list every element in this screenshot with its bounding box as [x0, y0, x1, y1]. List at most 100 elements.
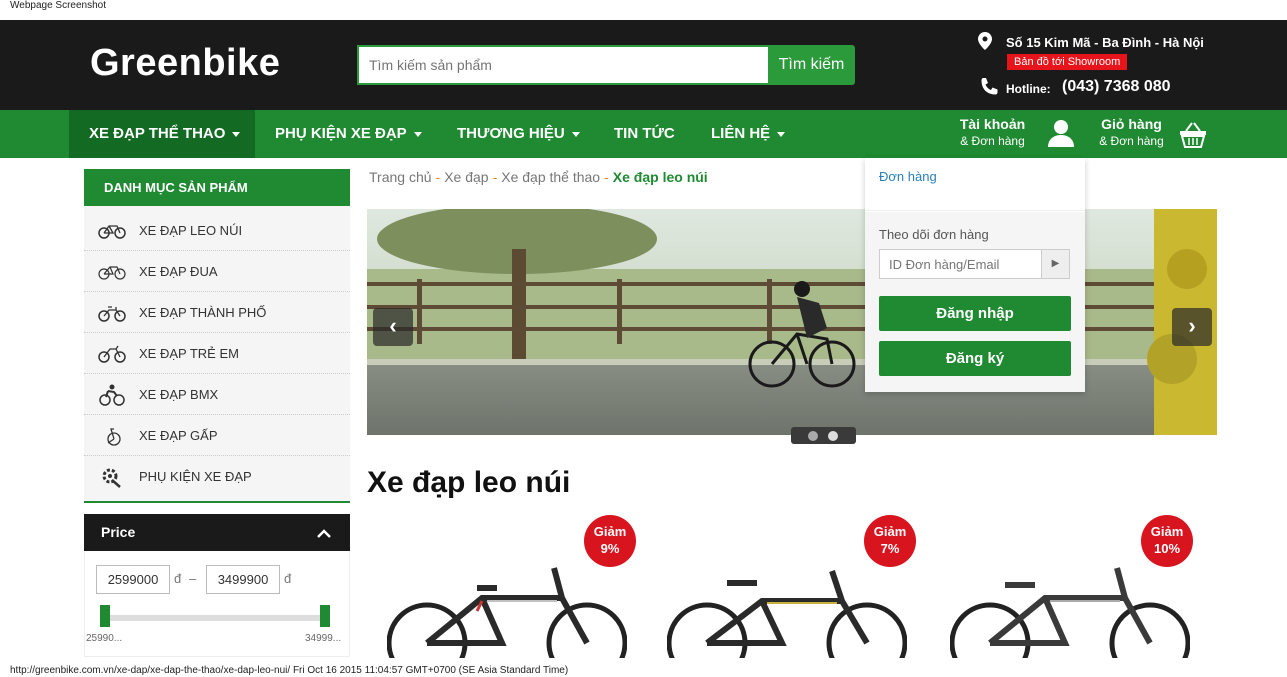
- nav-item-label: LIÊN HỆ: [711, 125, 771, 142]
- dropdown-bottom: Theo dõi đơn hàng ▶ Đăng nhập Đăng ký: [865, 212, 1085, 392]
- category-label: XE ĐẠP ĐUA: [139, 264, 218, 279]
- discount-badge: Giảm 10%: [1141, 515, 1193, 567]
- category-mountain-bike[interactable]: XE ĐẠP LEO NÚI: [84, 210, 350, 251]
- price-slider-min-handle[interactable]: [100, 605, 110, 627]
- product-card[interactable]: Giảm 9%: [382, 515, 642, 660]
- banner-image: [367, 209, 1217, 435]
- track-order-label: Theo dõi đơn hàng: [879, 227, 989, 242]
- banner-prev-button[interactable]: ‹: [373, 308, 413, 346]
- banner-dot[interactable]: [808, 431, 818, 441]
- road-bike-icon: [98, 266, 126, 280]
- price-filter-header[interactable]: Price: [84, 514, 350, 551]
- mountain-bike-icon: [98, 225, 126, 239]
- phone-icon: [981, 78, 998, 95]
- caret-down-icon: [232, 131, 241, 137]
- account-label: Tài khoản: [959, 116, 1026, 132]
- discount-badge: Giảm 9%: [584, 515, 636, 567]
- price-min-input[interactable]: 2599000: [96, 565, 170, 594]
- account-dropdown: Đơn hàng Theo dõi đơn hàng ▶ Đăng nhập Đ…: [865, 158, 1085, 392]
- kids-bike-icon: [98, 345, 126, 363]
- discount-label: Giảm: [593, 524, 627, 539]
- cart-sublabel: & Đơn hàng: [1099, 134, 1164, 148]
- product-bike-image: [667, 570, 907, 658]
- hotline-label: Hotline:: [1006, 82, 1051, 96]
- price-range-dash: –: [189, 571, 197, 586]
- account-menu[interactable]: Tài khoản & Đơn hàng: [956, 116, 1029, 148]
- login-button[interactable]: Đăng nhập: [879, 296, 1071, 331]
- price-filter-title: Price: [101, 524, 136, 540]
- dropdown-top: Đơn hàng: [865, 158, 1085, 211]
- category-label: PHỤ KIỆN XE ĐẠP: [139, 469, 252, 484]
- banner-next-button[interactable]: ›: [1172, 308, 1212, 346]
- hero-banner[interactable]: [367, 209, 1217, 435]
- discount-value: 9%: [600, 541, 620, 556]
- chevron-up-icon[interactable]: [316, 528, 332, 538]
- nav-item-accessories[interactable]: PHỤ KIỆN XE ĐẠP: [275, 110, 422, 158]
- city-bike-icon: [98, 306, 126, 322]
- nav-item-sports-bikes[interactable]: XE ĐẠP THỂ THAO: [69, 110, 255, 158]
- category-road-bike[interactable]: XE ĐẠP ĐUA: [84, 251, 350, 292]
- breadcrumb-separator: -: [435, 169, 441, 185]
- category-label: XE ĐẠP GẤP: [139, 428, 218, 443]
- product-bike-image: [387, 567, 627, 658]
- currency-symbol: đ: [174, 571, 182, 586]
- nav-item-brands[interactable]: THƯƠNG HIỆU: [457, 110, 580, 158]
- product-card[interactable]: Giảm 10%: [945, 515, 1205, 660]
- search-form: Tìm kiếm: [357, 45, 855, 85]
- nav-item-news[interactable]: TIN TỨC: [614, 110, 675, 158]
- price-slider-max-handle[interactable]: [320, 605, 330, 627]
- price-min-label: 25990...: [86, 633, 123, 644]
- product-bike-image: [950, 567, 1190, 658]
- section-title: Xe đạp leo núi: [367, 466, 571, 499]
- breadcrumb-bikes[interactable]: Xe đạp: [444, 169, 488, 185]
- category-city-bike[interactable]: XE ĐẠP THÀNH PHỐ: [84, 292, 350, 333]
- gear-icon: [102, 468, 121, 488]
- category-label: XE ĐẠP BMX: [139, 387, 219, 402]
- orders-link[interactable]: Đơn hàng: [879, 169, 937, 184]
- category-list: XE ĐẠP LEO NÚI XE ĐẠP ĐUA XE ĐẠP THÀNH P…: [84, 206, 350, 503]
- breadcrumb-sports-bikes[interactable]: Xe đạp thể thao: [501, 169, 600, 185]
- category-bmx[interactable]: XE ĐẠP BMX: [84, 374, 350, 415]
- discount-label: Giảm: [873, 524, 907, 539]
- category-kids-bike[interactable]: XE ĐẠP TRẺ EM: [84, 333, 350, 374]
- nav-item-label: THƯƠNG HIỆU: [457, 125, 565, 142]
- caret-down-icon: [777, 131, 786, 137]
- search-input[interactable]: [357, 45, 768, 85]
- account-sublabel: & Đơn hàng: [960, 134, 1025, 148]
- caret-down-icon: [413, 131, 422, 137]
- showroom-map-link[interactable]: Bản đồ tới Showroom: [1007, 54, 1128, 70]
- product-card[interactable]: Giảm 7%: [662, 515, 922, 660]
- hotline-number[interactable]: (043) 7368 080: [1062, 78, 1171, 96]
- currency-symbol: đ: [284, 571, 292, 586]
- search-button[interactable]: Tìm kiếm: [768, 45, 855, 85]
- discount-value: 7%: [880, 541, 900, 556]
- category-folding-bike[interactable]: XE ĐẠP GẤP: [84, 415, 350, 456]
- main-nav: XE ĐẠP THỂ THAO PHỤ KIỆN XE ĐẠP THƯƠNG H…: [0, 110, 1287, 158]
- banner-dot-active[interactable]: [828, 431, 838, 441]
- breadcrumb: Trang chủ - Xe đạp - Xe đạp thể thao - Xe đạp …: [369, 169, 708, 185]
- category-label: XE ĐẠP TRẺ EM: [139, 346, 239, 361]
- nav-item-label: PHỤ KIỆN XE ĐẠP: [275, 125, 407, 142]
- nav-item-contact[interactable]: LIÊN HỆ: [711, 110, 786, 158]
- discount-badge: Giảm 7%: [864, 515, 916, 567]
- breadcrumb-home[interactable]: Trang chủ: [369, 169, 432, 185]
- shopping-basket-icon[interactable]: [1178, 121, 1208, 149]
- site-header: Greenbike Tìm kiếm Số 15 Kim Mã - Ba Đìn…: [0, 20, 1287, 110]
- register-button[interactable]: Đăng ký: [879, 341, 1071, 376]
- nav-item-label: XE ĐẠP THỂ THAO: [89, 125, 226, 142]
- category-label: XE ĐẠP LEO NÚI: [139, 223, 243, 238]
- user-icon[interactable]: [1046, 118, 1076, 148]
- breadcrumb-current: Xe đạp leo núi: [612, 169, 708, 185]
- nav-item-label: TIN TỨC: [614, 125, 675, 142]
- showroom-address: Số 15 Kim Mã - Ba Đình - Hà Nội: [1006, 35, 1204, 50]
- cart-menu[interactable]: Giỏ hàng & Đơn hàng: [1094, 116, 1169, 148]
- price-max-input[interactable]: 3499900: [206, 565, 280, 594]
- discount-label: Giảm: [1150, 524, 1184, 539]
- play-icon[interactable]: ▶: [1041, 250, 1069, 278]
- category-accessories[interactable]: PHỤ KIỆN XE ĐẠP: [84, 456, 350, 497]
- discount-value: 10%: [1153, 541, 1181, 556]
- caret-down-icon: [571, 131, 580, 137]
- folding-bike-icon: [107, 428, 121, 446]
- price-slider-track[interactable]: [100, 615, 330, 621]
- greenbike-logo[interactable]: Greenbike: [90, 42, 280, 85]
